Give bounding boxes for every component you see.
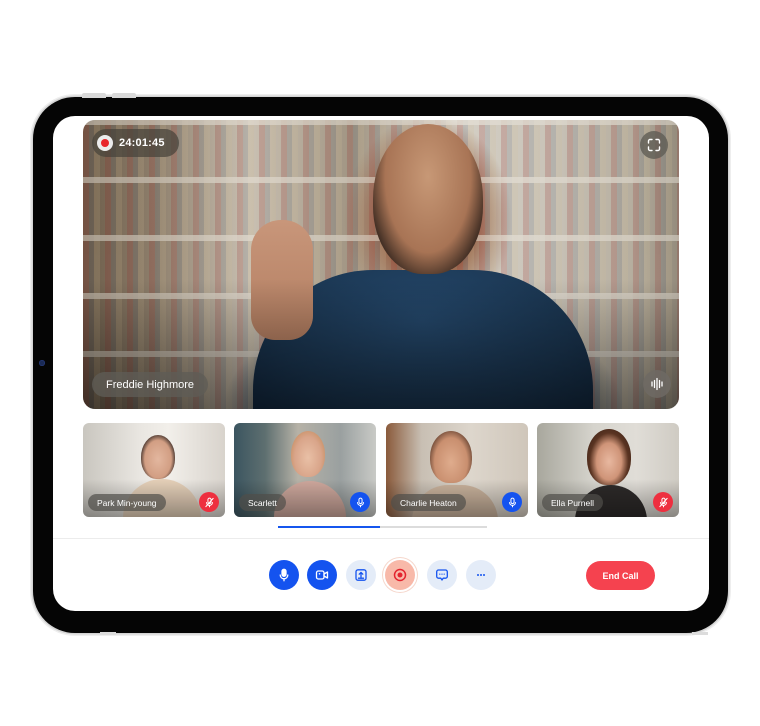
tablet-edge-detail [692,632,708,635]
record-icon [393,568,407,582]
mic-status-badge [350,492,370,512]
mic-status-badge [502,492,522,512]
controls-divider [53,538,709,539]
more-icon [477,574,485,576]
mic-off-icon [204,497,214,507]
mic-toggle-button[interactable] [269,560,299,590]
participant-tile[interactable]: Charlie Heaton [386,423,528,517]
video-call-screen: 24:01:45 Freddie Highmore Park Min-young [53,116,709,611]
participant-name: Charlie Heaton [391,494,466,511]
mic-icon [508,497,516,507]
fullscreen-icon [647,138,661,152]
participant-name: Ella Purnell [542,494,603,511]
participant-tile[interactable]: Park Min-young [83,423,225,517]
mic-icon [356,497,364,507]
tablet-volume-button [82,93,106,98]
chat-icon [436,569,448,581]
participant-pager-thumb[interactable] [278,526,381,528]
audio-level-indicator[interactable] [643,370,671,398]
chat-button[interactable] [427,560,457,590]
tablet-edge-detail [100,632,116,635]
video-camera-icon [315,570,329,580]
participant-strip: Park Min-young Scarlett Charlie Heaton E… [83,423,679,517]
audio-waveform-icon [651,377,663,391]
share-screen-button[interactable] [346,560,376,590]
mic-off-icon [658,497,668,507]
recording-timer: 24:01:45 [92,129,179,157]
mic-status-badge [199,492,219,512]
share-screen-icon [355,569,367,581]
participant-name: Scarlett [239,494,286,511]
participant-tile[interactable]: Scarlett [234,423,376,517]
front-camera [39,360,45,366]
fullscreen-button[interactable] [640,131,668,159]
tablet-volume-button [112,93,136,98]
mic-icon [279,568,289,582]
participant-name: Park Min-young [88,494,166,511]
end-call-button[interactable]: End Call [586,561,655,590]
recording-elapsed-time: 24:01:45 [119,137,165,149]
main-speaker-name: Freddie Highmore [92,372,209,397]
main-speaker-video[interactable]: 24:01:45 Freddie Highmore [83,120,679,409]
camera-toggle-button[interactable] [307,560,337,590]
participant-tile[interactable]: Ella Purnell [537,423,679,517]
mic-status-badge [653,492,673,512]
participant-pager-scrollbar[interactable] [278,526,487,528]
record-dot-icon [97,135,113,151]
more-options-button[interactable] [466,560,496,590]
video-vignette [83,120,679,409]
record-button[interactable] [385,560,415,590]
